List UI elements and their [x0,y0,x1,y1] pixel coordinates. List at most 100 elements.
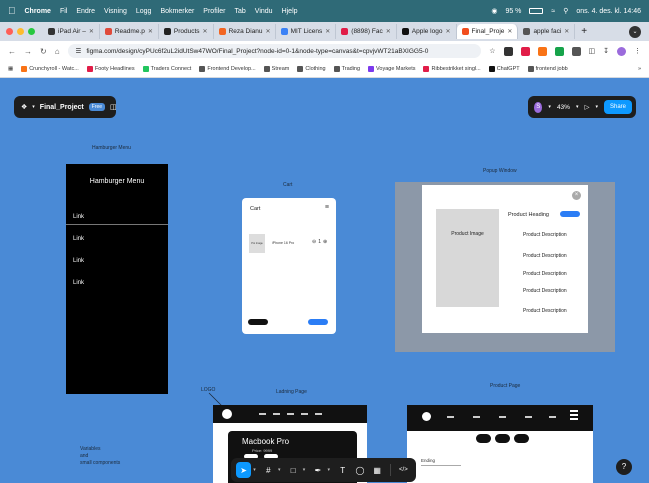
browser-tab[interactable]: Readme.p ✕ [100,24,159,39]
wifi-icon[interactable]: ≈ [551,8,555,15]
tab-close-icon[interactable]: ✕ [386,28,391,35]
tab-close-icon[interactable]: ✕ [266,28,271,35]
browser-tab[interactable]: Apple logo ✕ [397,24,457,39]
menu-item-view[interactable]: Visning [104,8,127,15]
more-bookmarks-icon[interactable]: » [638,66,641,72]
menu-item-tab[interactable]: Tab [234,8,245,15]
apple-icon[interactable]:  [8,6,16,17]
browser-tab[interactable]: Products ✕ [159,24,214,39]
site-info-icon[interactable]: ☰ [76,47,82,55]
present-play-icon[interactable]: ▷ [584,103,589,111]
download-icon[interactable]: ↧ [603,47,609,55]
dev-mode-icon[interactable]: </> [396,462,411,478]
minimize-window-button[interactable] [17,28,24,35]
tab-search-button[interactable]: ⌄ [629,25,641,38]
extensions-puzzle-icon[interactable] [571,46,581,56]
menu-item-profiles[interactable]: Profiler [203,8,225,15]
share-button[interactable]: Share [603,100,632,114]
browser-tab[interactable]: Reza Dianu ✕ [214,24,276,39]
pen-tool-icon[interactable]: ✒ [310,462,325,478]
bookmark-item[interactable]: Trading [333,66,360,72]
pen-tool-caret-icon[interactable]: ▾ [328,467,331,473]
menu-item-bookmarks[interactable]: Bokmerker [160,8,194,15]
browser-tab[interactable]: iPad Air – ✕ [43,24,100,39]
bookmark-item[interactable]: Frontend Develop... [199,66,256,72]
browser-tab[interactable]: (8898) Fac ✕ [336,24,397,39]
extension-icon[interactable] [537,46,547,56]
frame-cart[interactable]: Cart ≡ Pro Image iPhone 16 Pro ⊖ 1 ⊕ [242,198,336,334]
extension-icon[interactable] [520,46,530,56]
resources-tool-icon[interactable]: ▦ [370,462,385,478]
extension-icon[interactable] [503,46,513,56]
frame-tool-caret-icon[interactable]: ▾ [278,467,281,473]
forward-arrow-icon[interactable]: → [24,47,32,56]
more-menu-icon[interactable]: ⋮ [634,47,641,55]
close-window-button[interactable] [6,28,13,35]
url-field[interactable]: ☰ figma.com/design/cyPUc6f2uL2idUtSw47WO… [67,44,482,58]
tab-close-icon[interactable]: ✕ [203,28,208,35]
bookmark-item[interactable]: Stream [263,66,289,72]
panel-toggle-icon[interactable]: ◫ [110,103,117,111]
tab-close-icon[interactable]: ✕ [507,28,512,35]
tab-close-icon[interactable]: ✕ [445,28,450,35]
shape-tool-caret-icon[interactable]: ▾ [303,467,306,473]
figma-canvas[interactable]: ❖ ▾ Final_Project Free ◫ S ▾ 43% ▾ ▷ ▾ S… [0,78,649,483]
bookmark-item[interactable]: Clothing [297,66,326,72]
frame-label-landing[interactable]: Ladning Page [276,389,307,395]
frame-popup-window[interactable]: × Product Image Product Heading Product … [395,182,615,352]
back-arrow-icon[interactable]: ← [8,47,16,56]
menu-item-edit[interactable]: Endre [76,8,95,15]
battery-icon[interactable] [529,8,544,14]
bookmark-item[interactable]: Traders Connect [142,66,191,72]
frame-label-cart[interactable]: Cart [283,182,292,188]
bookmark-item[interactable]: Voyage Markets [368,66,415,72]
home-icon[interactable]: ⌂ [55,47,60,56]
frame-label-product[interactable]: Product Page [490,383,520,389]
apps-grid-icon[interactable]: ▦ [8,66,13,72]
menu-item-history[interactable]: Logg [136,8,152,15]
tab-close-icon[interactable]: ✕ [148,28,153,35]
search-icon[interactable]: ⚲ [563,7,568,15]
menu-item-help[interactable]: Hjelp [282,8,298,15]
profile-avatar-icon[interactable] [617,46,626,56]
variables-note[interactable]: Variables and small components [80,446,120,467]
bookmark-item[interactable]: frontend jobb [527,66,568,72]
move-tool-caret-icon[interactable]: ▾ [253,467,256,473]
file-name[interactable]: Final_Project [40,104,84,111]
menu-item-file[interactable]: Fil [60,8,67,15]
zoom-window-button[interactable] [28,28,35,35]
figma-main-menu-icon[interactable]: ❖ [21,103,27,111]
move-tool-icon[interactable]: ➤ [236,462,252,478]
reload-icon[interactable]: ↻ [40,47,47,56]
menu-app-name[interactable]: Chrome [25,8,51,15]
control-center-icon[interactable]: ◉ [491,7,497,15]
frame-product-page[interactable]: Ending [407,405,593,483]
clock[interactable]: ons. 4. des. kl. 14:46 [576,8,641,15]
tab-close-icon[interactable]: ✕ [325,28,330,35]
browser-tab[interactable]: apple faci ✕ [518,24,576,39]
user-avatar[interactable]: S [534,101,543,113]
text-tool-icon[interactable]: T [335,462,350,478]
zoom-caret-icon[interactable]: ▾ [576,104,579,110]
tab-close-icon[interactable]: ✕ [89,28,94,35]
rectangle-tool-icon[interactable]: □ [286,462,301,478]
tab-close-icon[interactable]: ✕ [564,28,569,35]
browser-tab[interactable]: MIT Licens ✕ [276,24,337,39]
help-icon[interactable]: ? [616,459,632,475]
battery-percent[interactable]: 95 % [505,8,521,15]
bookmark-item[interactable]: ChatGPT [488,66,520,72]
extension-icon[interactable] [554,46,564,56]
avatar-caret-icon[interactable]: ▾ [548,104,551,110]
new-tab-button[interactable]: + [581,26,587,37]
menu-caret-icon[interactable]: ▾ [32,104,35,110]
bookmark-star-icon[interactable]: ☆ [489,47,495,55]
bookmark-item[interactable]: Crunchyroll - Watc... [21,66,79,72]
frame-tool-icon[interactable]: # [261,462,276,478]
comment-tool-icon[interactable]: ◯ [352,462,367,478]
bookmark-item[interactable]: Footy Headlines [86,66,135,72]
frame-label-popup[interactable]: Popup Window [483,168,517,174]
sidebar-icon[interactable]: ◫ [589,47,596,55]
frame-hamburger-menu[interactable]: Hamburger Menu Link Link Link Link [66,164,168,394]
present-caret-icon[interactable]: ▾ [595,104,598,110]
zoom-level[interactable]: 43% [557,104,570,111]
